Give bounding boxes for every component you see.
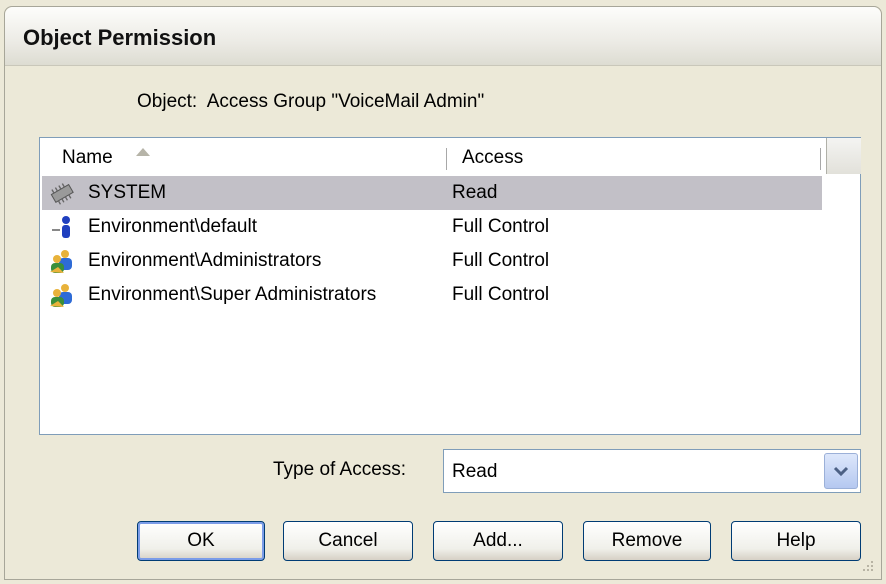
remove-button[interactable]: Remove [583,521,711,561]
user-group-icon [48,248,76,274]
ok-button[interactable]: OK [137,521,265,561]
object-value: Access Group "VoiceMail Admin" [206,91,485,112]
row-access: Full Control [452,284,550,305]
row-name: Environment\Administrators [88,250,322,271]
object-permission-dialog: Object Permission Object: Access Group "… [4,6,882,580]
permission-list[interactable]: Name Access SYSTEM Read Environment\defa… [39,137,861,435]
list-item[interactable]: SYSTEM Read [42,176,822,210]
dialog-title: Object Permission [23,25,217,50]
list-item[interactable]: Environment\default Full Control [42,210,822,244]
column-header-name[interactable]: Name [62,138,113,174]
list-header: Name Access [40,138,861,174]
column-divider[interactable] [820,148,821,170]
column-divider[interactable] [446,148,447,170]
column-header-access[interactable]: Access [462,138,523,174]
row-access: Full Control [452,216,550,237]
object-line: Object: Access Group "VoiceMail Admin" [137,91,484,113]
user-icon [48,214,76,240]
sort-ascending-icon [136,148,150,156]
object-label: Object: [137,91,198,112]
title-bar[interactable]: Object Permission [5,7,881,66]
row-name: Environment\Super Administrators [88,284,377,305]
row-name: SYSTEM [88,182,167,203]
type-of-access-select[interactable]: Read [443,449,861,493]
list-item[interactable]: Environment\Super Administrators Full Co… [42,278,822,312]
dropdown-button[interactable] [824,453,858,489]
help-button[interactable]: Help [731,521,861,561]
type-of-access-value: Read [452,461,498,482]
row-access: Read [452,182,498,203]
system-chip-icon [48,180,76,206]
type-of-access-label: Type of Access: [273,459,407,480]
add-button[interactable]: Add... [433,521,563,561]
list-item[interactable]: Environment\Administrators Full Control [42,244,822,278]
cancel-button[interactable]: Cancel [283,521,413,561]
column-header-filler [826,138,861,174]
row-name: Environment\default [88,216,257,237]
resize-grip-icon[interactable] [859,557,875,573]
row-access: Full Control [452,250,550,271]
user-group-icon [48,282,76,308]
